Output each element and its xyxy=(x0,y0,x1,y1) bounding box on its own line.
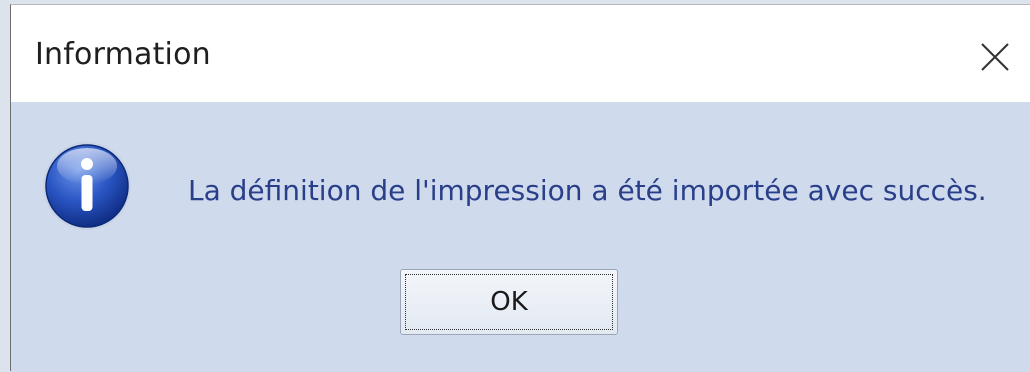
information-icon xyxy=(43,142,131,230)
close-icon xyxy=(981,43,1009,71)
ok-button-label: OK xyxy=(490,287,528,317)
close-button[interactable] xyxy=(960,5,1030,102)
ok-button[interactable]: OK xyxy=(400,269,618,335)
dialog-title: Information xyxy=(35,37,211,72)
title-bar: Information xyxy=(11,5,1030,102)
dialog-body: La définition de l'impression a été impo… xyxy=(11,102,1030,372)
information-dialog: Information La définition de l'impressio… xyxy=(10,4,1030,372)
dialog-message: La définition de l'impression a été impo… xyxy=(188,174,987,207)
